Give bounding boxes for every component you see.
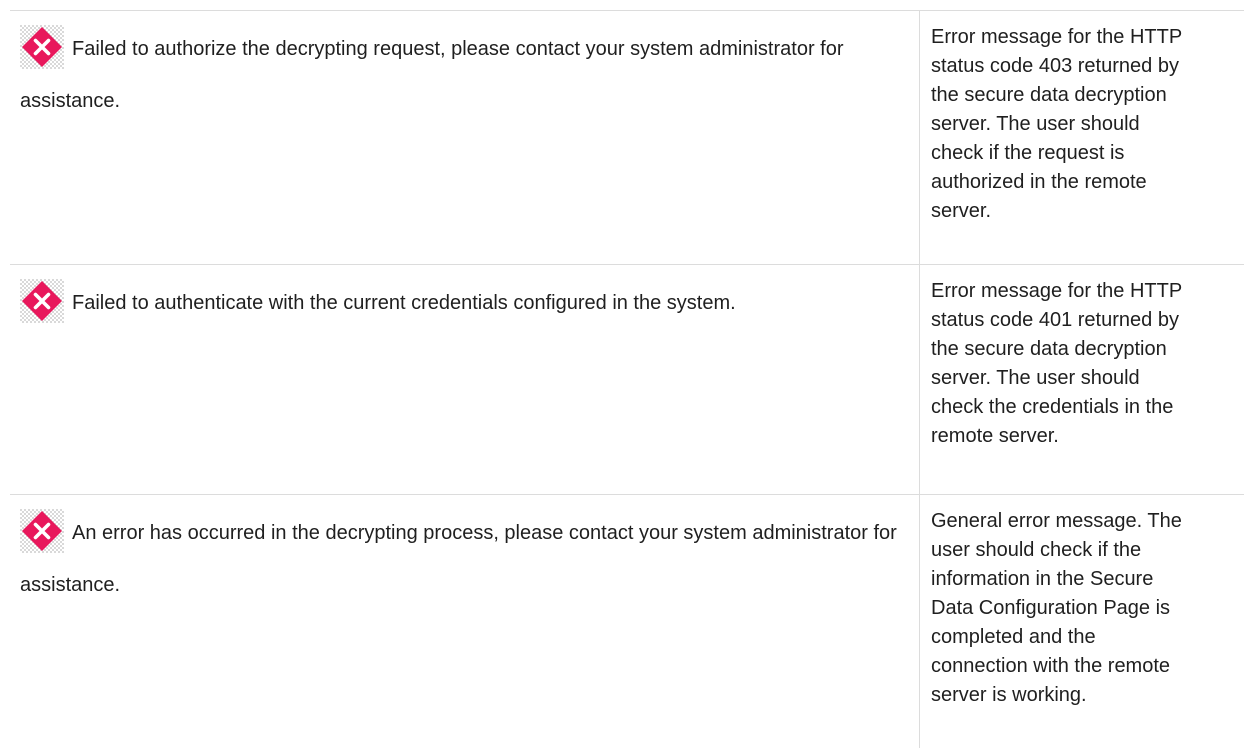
table-row: An error has occurred in the decrypting … [10, 495, 1244, 748]
error-icon [20, 279, 64, 323]
error-icon [20, 25, 64, 69]
message-cell: An error has occurred in the decrypting … [10, 495, 920, 748]
error-message-text: An error has occurred in the decrypting … [20, 522, 897, 596]
description-cell: Error message for the HTTP status code 4… [931, 26, 1183, 222]
description-cell: General error message. The user should c… [931, 510, 1182, 706]
error-icon [20, 509, 64, 553]
error-message-table: Failed to authorize the decrypting reque… [10, 10, 1244, 748]
table-row: Failed to authorize the decrypting reque… [10, 11, 1244, 265]
error-message-text: Failed to authenticate with the current … [72, 292, 736, 314]
description-cell: Error message for the HTTP status code 4… [931, 280, 1183, 447]
error-message-text: Failed to authorize the decrypting reque… [20, 38, 844, 112]
message-cell: Failed to authorize the decrypting reque… [10, 11, 920, 264]
message-cell: Failed to authenticate with the current … [10, 265, 920, 494]
table-row: Failed to authenticate with the current … [10, 265, 1244, 495]
